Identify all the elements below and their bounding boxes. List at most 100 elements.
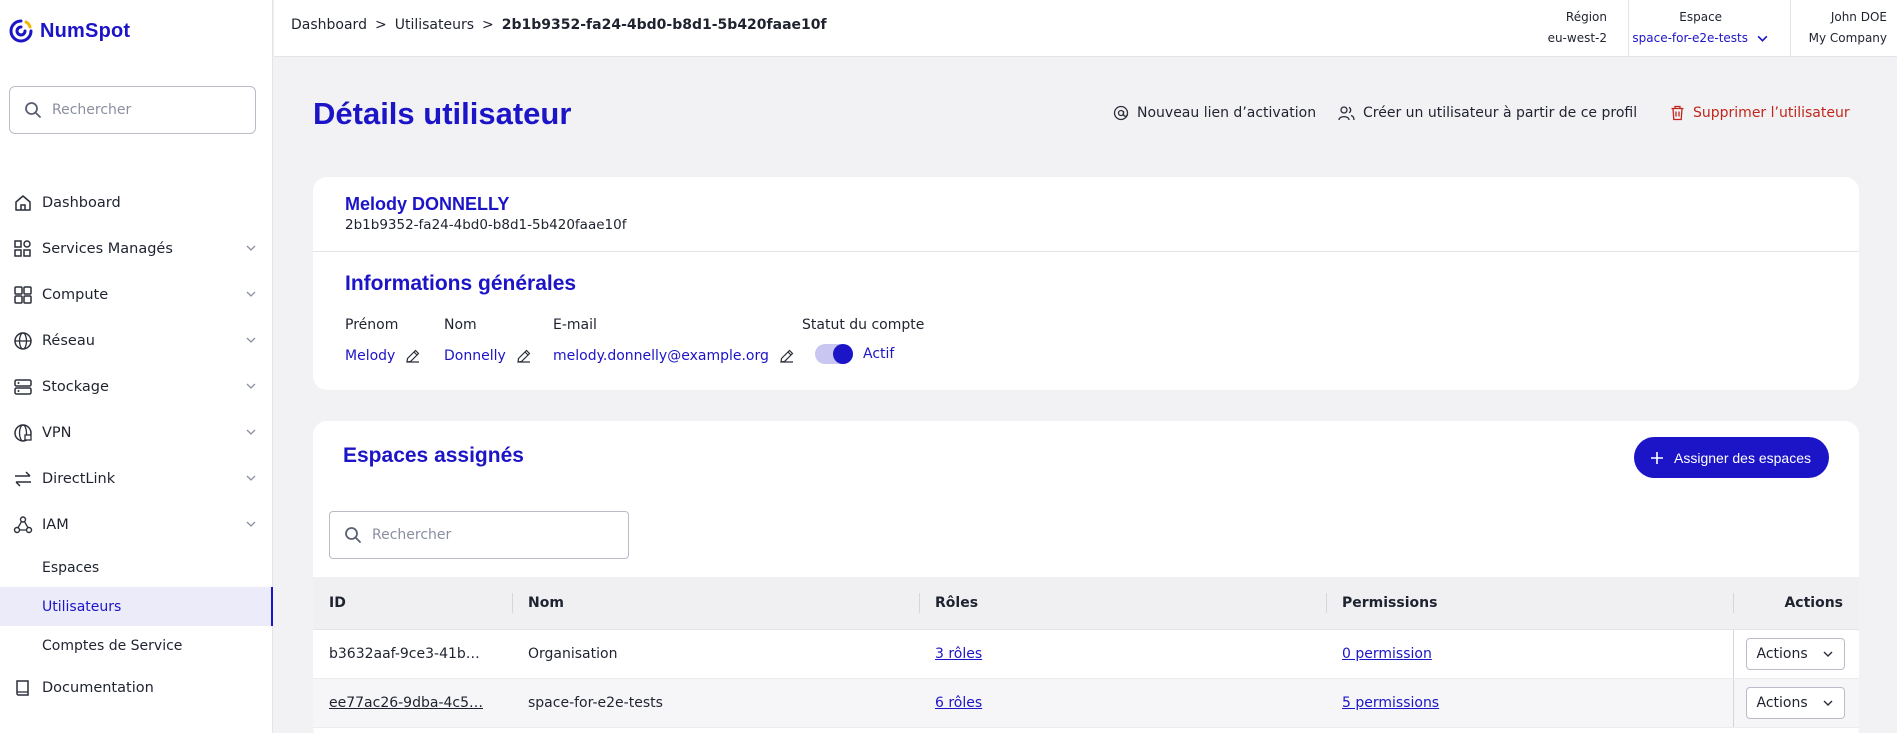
sidebar-item-label: Services Managés [42, 241, 173, 257]
space-selector[interactable]: Espace space-for-e2e-tests [1632, 7, 1769, 49]
roles-link[interactable]: 6 rôles [935, 695, 982, 711]
sidebar-item-documentation[interactable]: Documentation [0, 665, 273, 711]
search-icon [345, 527, 361, 543]
book-icon [13, 678, 33, 698]
user-menu[interactable]: John DOE My Company [1809, 7, 1887, 49]
email-label: E-mail [553, 317, 597, 333]
chevron-down-icon [246, 475, 256, 481]
breadcrumb-dashboard[interactable]: Dashboard [291, 17, 367, 33]
permissions-link[interactable]: 0 permission [1342, 646, 1432, 662]
sidebar-item-label: VPN [42, 425, 72, 441]
user-company: My Company [1808, 31, 1887, 45]
sidebar-item-directlink[interactable]: DirectLink [0, 456, 273, 502]
sidebar-search-input[interactable] [52, 102, 242, 118]
assigned-spaces-title: Espaces assignés [343, 444, 524, 467]
chevron-down-icon [246, 429, 256, 435]
account-status-field: Actif [815, 344, 894, 364]
sidebar-item-iam[interactable]: IAM [0, 502, 273, 548]
user-full-name: Melody DONNELLY [345, 194, 510, 214]
iam-icon [13, 515, 33, 535]
sidebar-subitem-comptes-service[interactable]: Comptes de Service [0, 626, 273, 665]
email-value: melody.donnelly@example.org [553, 348, 769, 364]
roles-link[interactable]: 3 rôles [935, 646, 982, 662]
page-title: Détails utilisateur [313, 96, 572, 131]
chevron-down-icon [246, 291, 256, 297]
user-name: John DOE [1830, 10, 1887, 24]
user-details-card: Melody DONNELLY 2b1b9352-fa24-4bd0-b8d1-… [313, 177, 1859, 390]
breadcrumb-current: 2b1b9352-fa24-4bd0-b8d1-5b420faae10f [501, 17, 827, 33]
last-name-field: Donnelly [444, 348, 532, 364]
new-activation-link-button[interactable]: Nouveau lien d’activation [1113, 105, 1316, 121]
sidebar-item-compute[interactable]: Compute [0, 272, 273, 318]
sidebar: NumSpot Dashboard Services Managés Compu… [0, 0, 273, 733]
topbar: Dashboard > Utilisateurs > 2b1b9352-fa24… [274, 0, 1897, 57]
spaces-search-input[interactable] [372, 527, 612, 543]
compute-icon [13, 285, 33, 305]
column-header-roles[interactable]: Rôles [919, 577, 1326, 630]
numspot-logo-icon [9, 19, 33, 43]
column-header-permissions[interactable]: Permissions [1326, 577, 1733, 630]
search-icon [25, 102, 41, 118]
create-from-profile-button[interactable]: Créer un utilisateur à partir de ce prof… [1338, 105, 1637, 121]
region-label: Région [1565, 10, 1607, 24]
sidebar-item-reseau[interactable]: Réseau [0, 318, 273, 364]
last-name-value: Donnelly [444, 348, 506, 364]
table-row: ee77ac26-9dba-4c5… space-for-e2e-tests 6… [313, 678, 1859, 728]
at-icon [1113, 105, 1129, 121]
brand-name: NumSpot [40, 19, 131, 42]
region-selector: Région eu-west-2 [1548, 7, 1607, 49]
breadcrumb-separator: > [374, 17, 387, 33]
space-id-link[interactable]: ee77ac26-9dba-4c5… [329, 695, 483, 711]
sidebar-nav: Dashboard Services Managés Compute Résea… [0, 180, 273, 711]
breadcrumb-utilisateurs[interactable]: Utilisateurs [395, 17, 474, 33]
sidebar-item-services[interactable]: Services Managés [0, 226, 273, 272]
sidebar-item-vpn[interactable]: VPN [0, 410, 273, 456]
vpn-icon [13, 423, 33, 443]
sidebar-item-label: Dashboard [42, 195, 121, 211]
chevron-down-icon [246, 337, 256, 343]
edit-first-name-icon[interactable] [405, 348, 421, 364]
delete-user-button[interactable]: Supprimer l’utilisateur [1670, 105, 1850, 121]
row-actions-button[interactable]: Actions [1745, 637, 1845, 670]
numspot-logo[interactable]: NumSpot [8, 18, 130, 44]
last-name-label: Nom [444, 317, 477, 333]
column-header-nom[interactable]: Nom [512, 577, 919, 630]
sidebar-item-label: DirectLink [42, 471, 116, 487]
spaces-search[interactable] [329, 511, 629, 559]
row-actions-label: Actions [1756, 645, 1808, 662]
table-row: b3632aaf-9ce3-41b… Organisation 3 rôles … [313, 629, 1859, 679]
sidebar-item-dashboard[interactable]: Dashboard [0, 180, 273, 226]
permissions-link[interactable]: 5 permissions [1342, 695, 1439, 711]
services-icon [13, 239, 33, 259]
first-name-field: Melody [345, 348, 421, 364]
users-icon [1338, 106, 1355, 121]
row-actions-button[interactable]: Actions [1745, 686, 1845, 719]
trash-icon [1671, 105, 1684, 121]
sidebar-item-label: Réseau [42, 333, 95, 349]
chevron-down-icon [1823, 700, 1833, 706]
account-status-value: Actif [863, 346, 895, 362]
plus-icon [1651, 451, 1664, 464]
space-label: Espace [1679, 10, 1723, 24]
sidebar-subitem-utilisateurs[interactable]: Utilisateurs [0, 587, 273, 626]
column-header-actions: Actions [1733, 577, 1859, 630]
space-name: Organisation [512, 629, 919, 679]
first-name-label: Prénom [345, 317, 399, 333]
space-value-wrap: space-for-e2e-tests [1632, 28, 1769, 49]
sidebar-item-label: Documentation [42, 680, 154, 696]
general-info-title: Informations générales [345, 272, 577, 295]
home-icon [13, 193, 33, 213]
column-header-id[interactable]: ID [313, 577, 512, 630]
region-value: eu-west-2 [1547, 31, 1607, 45]
sidebar-subitem-espaces[interactable]: Espaces [0, 548, 273, 587]
edit-last-name-icon[interactable] [516, 348, 532, 364]
account-status-toggle[interactable] [815, 344, 853, 364]
sidebar-item-stockage[interactable]: Stockage [0, 364, 273, 410]
sidebar-search[interactable] [9, 86, 256, 134]
assign-spaces-button[interactable]: Assigner des espaces [1634, 437, 1829, 478]
edit-email-icon[interactable] [779, 348, 795, 364]
chevron-down-icon [1823, 651, 1833, 657]
globe-icon [13, 331, 33, 351]
chevron-down-icon [246, 383, 256, 389]
sidebar-item-label: IAM [42, 517, 69, 533]
